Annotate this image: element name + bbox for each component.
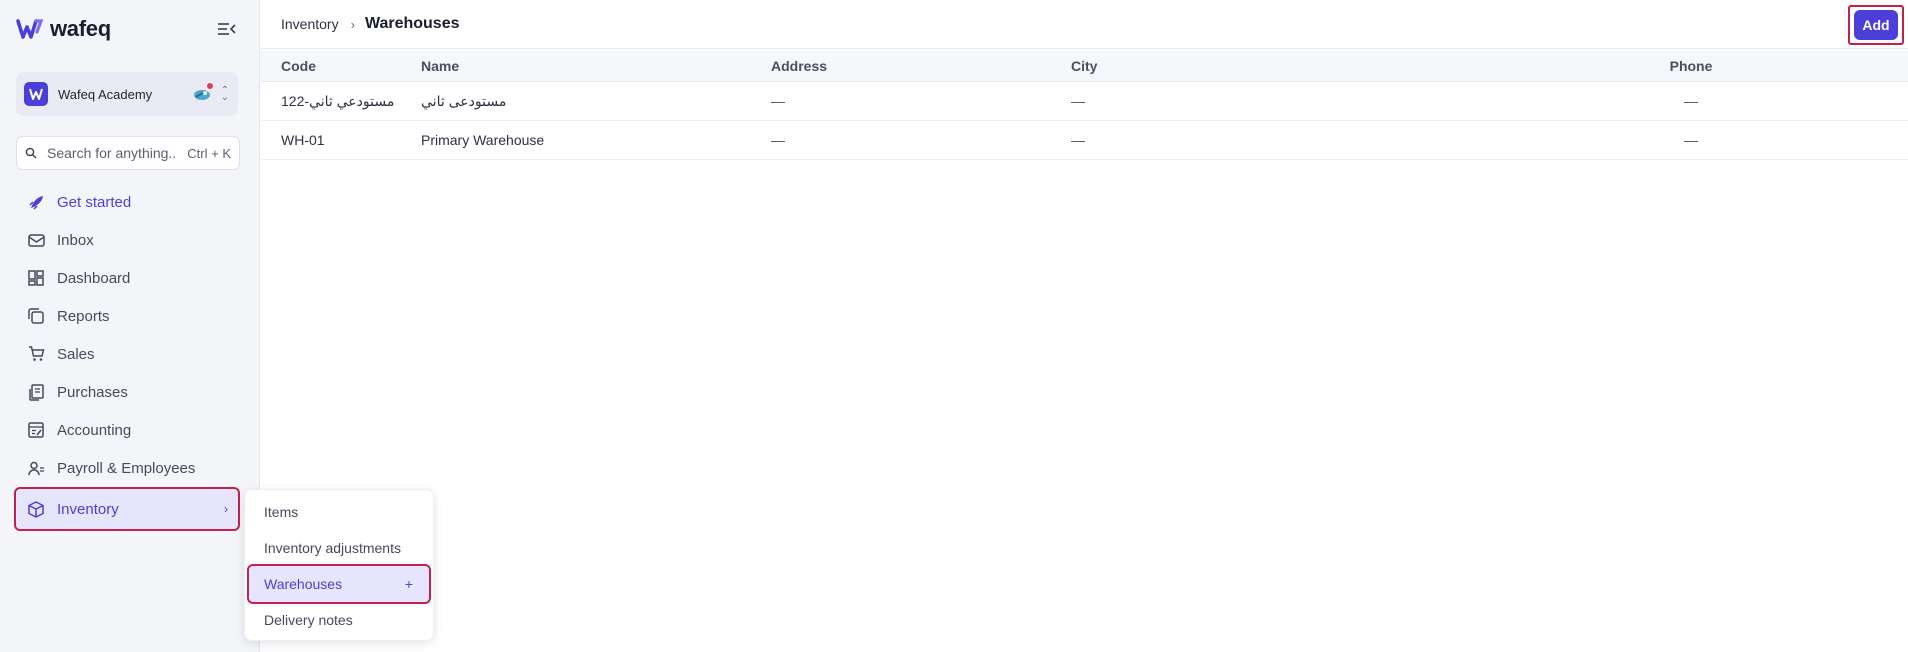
submenu-item-warehouses[interactable]: Warehouses +	[247, 564, 431, 604]
inbox-icon	[27, 231, 45, 249]
nav-item-inbox[interactable]: Inbox	[16, 221, 238, 259]
search-shortcut: Ctrl + K	[187, 145, 231, 161]
inventory-submenu: Items Inventory adjustments Warehouses +…	[244, 489, 434, 641]
page-title: Warehouses	[364, 15, 460, 32]
submenu-item-delivery-notes[interactable]: Delivery notes	[249, 602, 429, 638]
receipt-icon	[27, 383, 45, 401]
cell-code: مستودعي ثاني-122	[281, 92, 395, 109]
table-row[interactable]: مستودعي ثاني-122 مستودعى ثاني — — —	[261, 82, 1908, 121]
reports-icon	[27, 307, 45, 325]
org-logo-icon	[29, 88, 43, 100]
add-warehouse-plus-icon[interactable]: +	[405, 576, 413, 592]
nav-item-payroll[interactable]: Payroll & Employees	[16, 449, 238, 487]
page-header: Inventory › Warehouses Add	[261, 0, 1908, 49]
chevron-updown-icon: ⌃ ⌄	[220, 85, 230, 103]
cell-city: —	[1071, 93, 1085, 109]
submenu-item-inventory-adjustments[interactable]: Inventory adjustments	[249, 530, 429, 566]
column-header-address[interactable]: Address	[771, 50, 827, 81]
breadcrumb-parent[interactable]: Inventory	[281, 16, 339, 32]
cell-phone: —	[1684, 132, 1698, 148]
cart-icon	[27, 345, 45, 363]
ledger-icon	[27, 421, 45, 439]
nav-label: Reports	[57, 307, 110, 325]
table-header: Code Name Address City Phone	[261, 50, 1908, 82]
brand-name: wafeq	[50, 16, 111, 41]
search-box[interactable]: Ctrl + K	[16, 136, 240, 170]
cell-address: —	[771, 93, 785, 109]
nav-label: Sales	[57, 345, 95, 363]
add-button[interactable]: Add	[1854, 10, 1898, 40]
table-row[interactable]: WH-01 Primary Warehouse — — —	[261, 121, 1908, 160]
org-avatar	[24, 82, 48, 106]
nav-item-dashboard[interactable]: Dashboard	[16, 259, 238, 297]
submenu-item-items[interactable]: Items	[249, 494, 429, 530]
chevron-right-icon: ›	[224, 502, 228, 516]
dashboard-icon	[27, 269, 45, 287]
column-header-name[interactable]: Name	[421, 50, 459, 81]
search-input[interactable]	[47, 145, 177, 161]
nav-label: Purchases	[57, 383, 128, 401]
cell-code: WH-01	[281, 132, 325, 148]
brand-logo[interactable]: wafeq	[16, 16, 111, 42]
cell-city: —	[1071, 132, 1085, 148]
cell-address: —	[771, 132, 785, 148]
nav-item-accounting[interactable]: Accounting	[16, 411, 238, 449]
nav-item-sales[interactable]: Sales	[16, 335, 238, 373]
column-header-code[interactable]: Code	[281, 50, 316, 81]
nav-label: Accounting	[57, 421, 132, 439]
column-header-city[interactable]: City	[1071, 50, 1097, 81]
nav-label: Inventory	[57, 500, 119, 518]
column-header-phone[interactable]: Phone	[1641, 50, 1741, 81]
collapse-sidebar-icon[interactable]	[217, 20, 237, 38]
organization-switcher[interactable]: Wafeq Academy ⌃ ⌄	[16, 72, 238, 116]
notification-badge[interactable]	[192, 82, 214, 103]
nav-item-reports[interactable]: Reports	[16, 297, 238, 335]
nav-label: Inbox	[57, 231, 94, 249]
rocket-icon	[27, 193, 45, 211]
submenu-label: Items	[264, 504, 299, 520]
breadcrumb-separator: ›	[350, 16, 355, 32]
nav-label: Dashboard	[57, 269, 131, 287]
nav-label: Get started	[57, 193, 132, 211]
nav-label: Payroll & Employees	[57, 459, 196, 477]
warehouses-table: Code Name Address City Phone مستودعي ثان…	[261, 50, 1908, 160]
cell-phone: —	[1684, 93, 1698, 109]
main-nav: Get started Inbox Dashboard Reports Sale…	[14, 183, 240, 531]
nav-item-get-started[interactable]: Get started	[16, 183, 238, 221]
people-icon	[27, 459, 45, 477]
submenu-label: Delivery notes	[264, 612, 353, 628]
org-name: Wafeq Academy	[58, 86, 153, 102]
box-icon	[27, 500, 45, 518]
add-button-highlight: Add	[1848, 5, 1904, 45]
notification-dot	[206, 82, 214, 90]
submenu-label: Inventory adjustments	[264, 540, 401, 556]
nav-item-inventory[interactable]: Inventory ›	[14, 487, 240, 531]
search-icon	[25, 147, 37, 159]
cell-name: Primary Warehouse	[421, 132, 545, 148]
submenu-label: Warehouses	[264, 576, 343, 592]
nav-item-purchases[interactable]: Purchases	[16, 373, 238, 411]
sidebar: wafeq Wafeq Academy ⌃⌄ Ctrl	[0, 0, 260, 652]
wafeq-logo-icon	[16, 19, 44, 39]
cell-name: مستودعى ثاني	[421, 92, 507, 109]
